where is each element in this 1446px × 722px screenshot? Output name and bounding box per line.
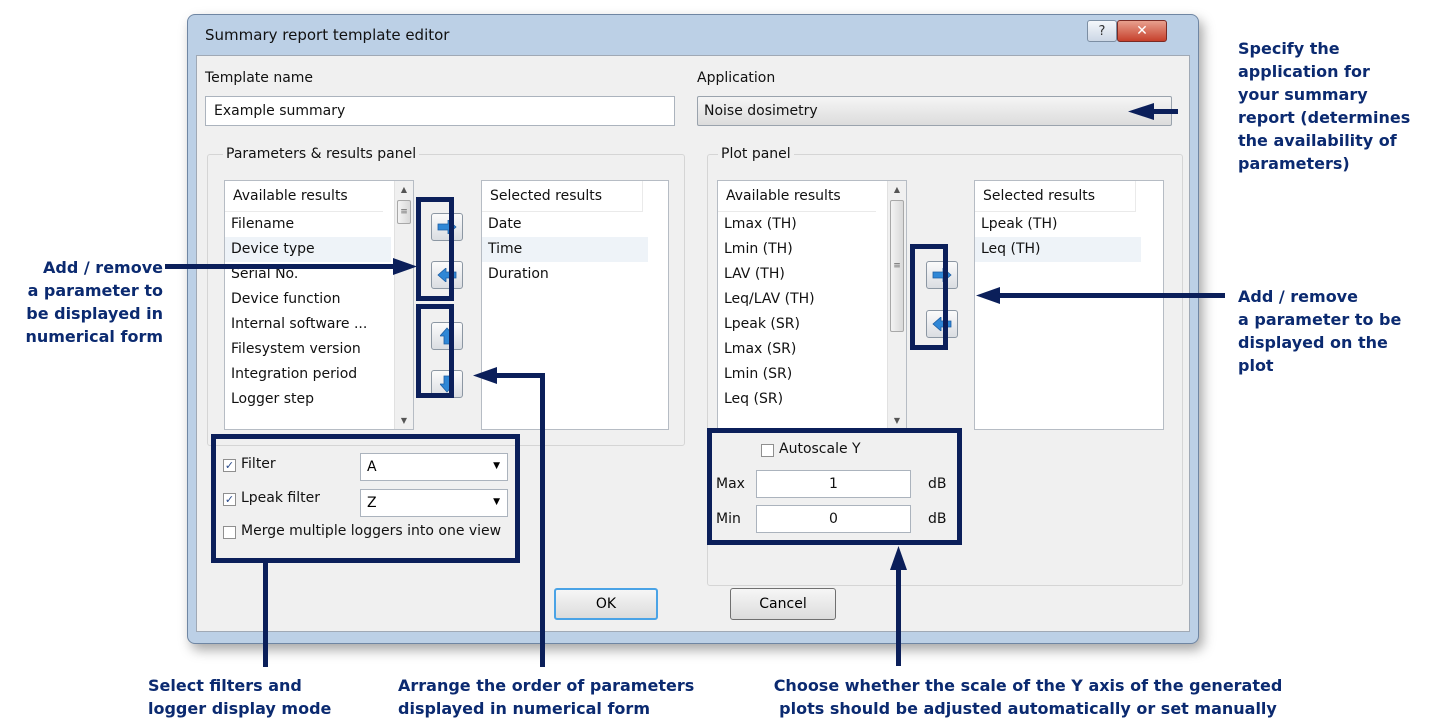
annotation-line: the availability of <box>1238 131 1397 150</box>
annotation-line: application for <box>1238 62 1370 81</box>
annotation-line: Add / remove <box>1238 287 1358 306</box>
annotation-arrange: Arrange the order of parameters displayed… <box>398 674 718 720</box>
arrowhead-icon <box>890 546 907 570</box>
scroll-up-icon: ▲ <box>893 185 901 194</box>
reorder-highlight-box <box>416 304 454 398</box>
params-available-header: Available results <box>225 181 383 212</box>
annotation-line: Choose whether the scale of the Y axis o… <box>773 676 1283 695</box>
annotation-line: displayed on the <box>1238 333 1388 352</box>
scroll-thumb[interactable]: ≡ <box>890 200 904 332</box>
add-remove-highlight-box <box>416 197 454 301</box>
list-item[interactable]: Lpeak (SR) <box>718 312 884 337</box>
annotation-line: Select filters and <box>148 676 302 695</box>
connector-line <box>263 563 268 667</box>
annotation-line: your summary <box>1238 85 1368 104</box>
close-icon: ✕ <box>1136 23 1148 39</box>
filters-highlight-box <box>211 434 520 563</box>
list-item[interactable]: Filesystem version <box>225 337 391 362</box>
annotation-add-remove-numeric: Add / remove a parameter to be displayed i… <box>0 256 163 348</box>
autoscale-highlight-box <box>707 428 962 545</box>
scroll-down-icon: ▼ <box>893 416 901 425</box>
template-name-label: Template name <box>205 70 314 86</box>
annotation-line: a parameter to <box>27 281 163 300</box>
help-button[interactable]: ? <box>1087 20 1117 42</box>
connector-line <box>997 293 1225 298</box>
params-panel-title: Parameters & results panel <box>223 146 420 162</box>
annotation-add-remove-plot: Add / remove a parameter to be displayed o… <box>1238 285 1443 377</box>
list-item[interactable]: Lmin (SR) <box>718 362 884 387</box>
plot-available-list[interactable]: Available results Lmax (TH) Lmin (TH) LAV … <box>717 180 907 430</box>
list-item[interactable]: Time <box>482 237 648 262</box>
connector-line <box>165 264 397 269</box>
help-icon: ? <box>1098 23 1106 39</box>
plot-panel-title: Plot panel <box>718 146 794 162</box>
list-item[interactable]: Device function <box>225 287 391 312</box>
template-name-input[interactable]: Example summary <box>205 96 675 126</box>
list-item[interactable]: Lmax (TH) <box>718 212 884 237</box>
annotation-filters: Select filters and logger display mode <box>148 674 388 720</box>
annotation-line: Arrange the order of parameters <box>398 676 695 695</box>
params-selected-header: Selected results <box>482 181 643 212</box>
arrowhead-icon <box>393 258 417 275</box>
annotation-line: a parameter to be <box>1238 310 1402 329</box>
params-available-list[interactable]: Available results Filename Device type Ser… <box>224 180 414 430</box>
list-item[interactable]: Leq (SR) <box>718 387 884 412</box>
plot-selected-header: Selected results <box>975 181 1136 212</box>
list-item[interactable]: Duration <box>482 262 648 287</box>
list-item[interactable]: Device type <box>225 237 391 262</box>
scroll-thumb[interactable]: ≡ <box>397 200 411 224</box>
plot-available-header: Available results <box>718 181 876 212</box>
scroll-up-icon: ▲ <box>400 185 408 194</box>
list-item[interactable]: Lpeak (TH) <box>975 212 1141 237</box>
annotation-line: logger display mode <box>148 699 332 718</box>
window-title: Summary report template editor <box>205 26 450 44</box>
application-label: Application <box>697 70 776 86</box>
ok-button[interactable]: OK <box>554 588 658 620</box>
list-item[interactable]: Lmin (TH) <box>718 237 884 262</box>
annotation-line: numerical form <box>25 327 163 346</box>
application-select[interactable]: Noise dosimetry <box>697 96 1172 126</box>
scroll-down-icon: ▼ <box>400 416 408 425</box>
list-item[interactable]: Internal software ... <box>225 312 391 337</box>
annotation-autoscale: Choose whether the scale of the Y axis o… <box>748 674 1308 720</box>
list-item[interactable]: Date <box>482 212 648 237</box>
annotation-line: displayed in numerical form <box>398 699 650 718</box>
plot-available-scrollbar[interactable]: ▲ ≡ ▼ <box>887 181 906 429</box>
plot-add-remove-highlight-box <box>910 244 948 350</box>
connector-line <box>540 373 545 667</box>
arrowhead-icon <box>1128 103 1154 120</box>
list-item[interactable]: Filename <box>225 212 391 237</box>
params-available-scrollbar[interactable]: ▲ ≡ ▼ <box>394 181 413 429</box>
connector-line <box>896 566 901 666</box>
arrowhead-icon <box>473 367 497 384</box>
annotation-line: Specify the <box>1238 39 1340 58</box>
arrowhead-icon <box>976 287 1000 304</box>
close-button[interactable]: ✕ <box>1117 20 1167 42</box>
annotation-line: report (determines <box>1238 108 1411 127</box>
connector-line <box>1150 109 1178 114</box>
annotation-line: Add / remove <box>43 258 163 277</box>
annotation-line: be displayed in <box>26 304 163 323</box>
list-item[interactable]: LAV (TH) <box>718 262 884 287</box>
list-item[interactable]: Integration period <box>225 362 391 387</box>
params-selected-list[interactable]: Selected results Date Time Duration <box>481 180 669 430</box>
list-item[interactable]: Lmax (SR) <box>718 337 884 362</box>
annotation-line: parameters) <box>1238 154 1350 173</box>
list-item[interactable]: Logger step <box>225 387 391 412</box>
plot-selected-list[interactable]: Selected results Lpeak (TH) Leq (TH) <box>974 180 1164 430</box>
cancel-button[interactable]: Cancel <box>730 588 836 620</box>
list-item[interactable]: Leq (TH) <box>975 237 1141 262</box>
annotation-line: plots should be adjusted automatically o… <box>779 699 1277 718</box>
annotation-line: plot <box>1238 356 1274 375</box>
annotation-application: Specify the application for your summary re… <box>1238 37 1443 175</box>
list-item[interactable]: Leq/LAV (TH) <box>718 287 884 312</box>
connector-line <box>495 373 545 378</box>
